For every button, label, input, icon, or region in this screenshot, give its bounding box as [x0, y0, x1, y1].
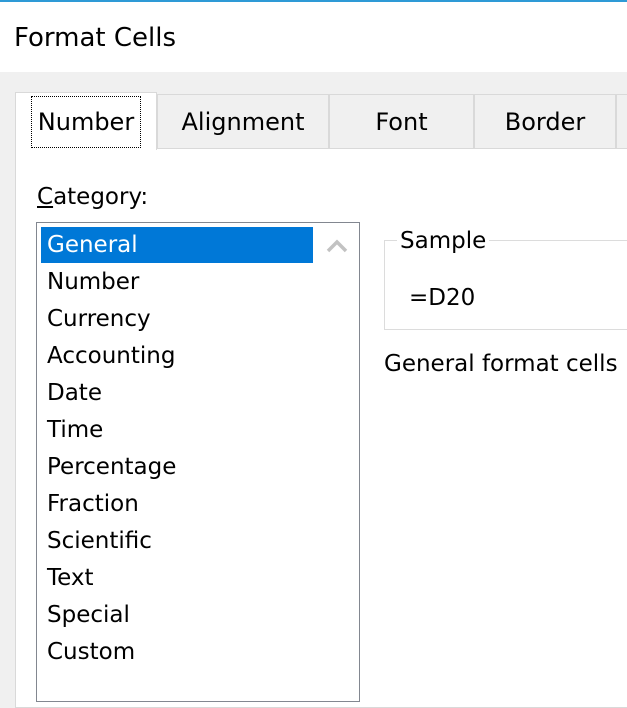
category-item-general[interactable]: General — [41, 227, 313, 263]
category-scrollbar[interactable] — [315, 223, 359, 701]
category-item-time[interactable]: Time — [41, 412, 313, 448]
tab-alignment[interactable]: Alignment — [157, 94, 329, 148]
category-item-special[interactable]: Special — [41, 597, 313, 633]
category-item-scientific[interactable]: Scientific — [41, 523, 313, 559]
dialog-title: Format Cells — [14, 23, 177, 53]
title-bar[interactable]: Format Cells — [0, 2, 627, 72]
tab-alignment-label: Alignment — [181, 108, 305, 136]
tab-border[interactable]: Border — [474, 94, 616, 148]
tab-number-label: Number — [30, 96, 142, 148]
tab-font[interactable]: Font — [329, 94, 474, 148]
tab-border-label: Border — [504, 108, 586, 136]
category-item-date[interactable]: Date — [41, 375, 313, 411]
format-description: General format cells — [384, 351, 618, 377]
tab-font-label: Font — [375, 108, 428, 136]
chevron-up-icon — [326, 239, 348, 253]
category-label-text: ategory: — [53, 184, 149, 210]
tab-strip: Number Alignment Font Border — [0, 72, 627, 150]
category-item-custom[interactable]: Custom — [41, 634, 313, 670]
category-listbox[interactable]: General Number Currency Accounting Date … — [36, 222, 360, 702]
sample-group: Sample =D20 — [384, 227, 627, 330]
sample-value: =D20 — [409, 285, 476, 311]
tab-number[interactable]: Number — [15, 92, 157, 150]
category-label: Category: — [37, 183, 148, 211]
category-item-currency[interactable]: Currency — [41, 301, 313, 337]
category-item-text[interactable]: Text — [41, 560, 313, 596]
sample-legend: Sample — [397, 227, 490, 255]
category-label-accelerator: C — [37, 184, 54, 210]
category-item-percentage[interactable]: Percentage — [41, 449, 313, 485]
tab-overflow-edge[interactable] — [616, 94, 627, 148]
category-item-accounting[interactable]: Accounting — [41, 338, 313, 374]
category-item-fraction[interactable]: Fraction — [41, 486, 313, 522]
scroll-up-button[interactable] — [315, 223, 359, 267]
category-item-number[interactable]: Number — [41, 264, 313, 300]
